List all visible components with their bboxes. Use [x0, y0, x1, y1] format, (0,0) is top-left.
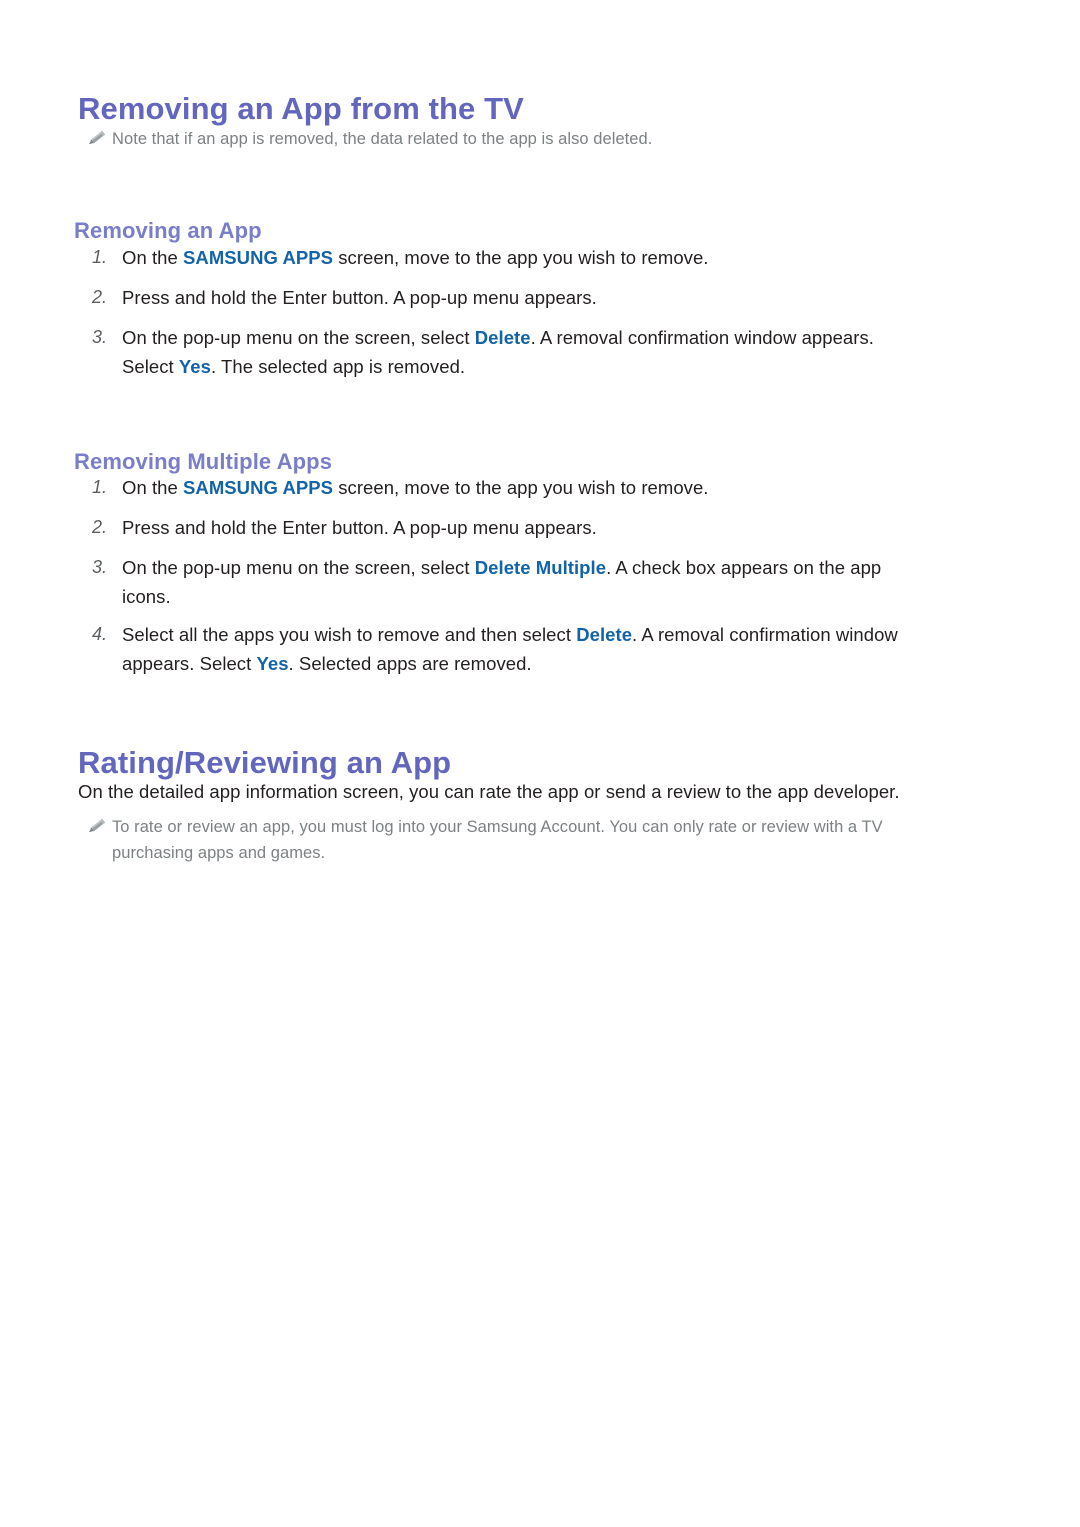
note-text: To rate or review an app, you must log i… — [112, 814, 883, 866]
step-number: 3. — [92, 327, 108, 347]
step-text-pre: Press and hold the Enter button. A pop-u… — [122, 287, 597, 308]
step-line2-pre: icons. — [122, 586, 171, 607]
step-number: 1. — [92, 477, 108, 497]
section-title-rating-reviewing-an-app: Rating/Reviewing an App — [78, 744, 452, 780]
accent-delete-multiple: Delete Multiple — [474, 557, 607, 578]
step-number: 4. — [92, 624, 108, 644]
step-text: Select all the apps you wish to remove a… — [122, 620, 898, 678]
subsection-title-removing-an-app: Removing an App — [74, 218, 262, 244]
list-item: 3. On the pop-up menu on the screen, sel… — [86, 323, 1026, 381]
step-text-pre: On the — [122, 477, 184, 498]
list-item: 1. On the SAMSUNG APPS screen, move to t… — [86, 473, 1026, 502]
accent-yes: Yes — [256, 653, 289, 674]
step-text-pre: On the pop-up menu on the screen, select — [122, 327, 475, 348]
step-text: On the SAMSUNG APPS screen, move to the … — [122, 473, 709, 502]
step-text: On the pop-up menu on the screen, select… — [122, 323, 874, 381]
step-number: 2. — [92, 517, 108, 537]
note-line-1: Note that if an app is removed, the data… — [112, 130, 653, 148]
list-item: 2. Press and hold the Enter button. A po… — [86, 283, 1026, 312]
step-line2-post: . Selected apps are removed. — [288, 653, 532, 674]
step-text-line2: Select Yes. The selected app is removed. — [122, 352, 874, 381]
list-item: 3. On the pop-up menu on the screen, sel… — [86, 553, 1026, 611]
step-text-post: . A check box appears on the app — [606, 557, 882, 578]
step-text-post: screen, move to the app you wish to remo… — [333, 247, 709, 268]
step-text-pre: Press and hold the Enter button. A pop-u… — [122, 517, 597, 538]
accent-samsung-apps: SAMSUNG APPS — [183, 477, 334, 498]
step-text-line2: icons. — [122, 582, 881, 611]
step-number: 1. — [92, 247, 108, 267]
intro-paragraph: On the detailed app information screen, … — [78, 781, 900, 802]
step-text: Press and hold the Enter button. A pop-u… — [122, 513, 597, 542]
list-item: 4. Select all the apps you wish to remov… — [86, 620, 1026, 678]
step-text: On the pop-up menu on the screen, select… — [122, 553, 881, 611]
accent-yes: Yes — [178, 356, 211, 377]
step-line2-pre: Select — [122, 356, 179, 377]
step-text-pre: On the — [122, 247, 184, 268]
step-text-pre: On the pop-up menu on the screen, select — [122, 557, 475, 578]
note-text: Note that if an app is removed, the data… — [112, 126, 652, 152]
step-text: On the SAMSUNG APPS screen, move to the … — [122, 243, 709, 272]
note-rating-reviewing: To rate or review an app, you must log i… — [86, 814, 1006, 866]
section-title-removing-app-from-tv: Removing an App from the TV — [78, 90, 524, 126]
pencil-icon — [86, 128, 112, 148]
step-number: 2. — [92, 287, 108, 307]
accent-delete: Delete — [474, 327, 531, 348]
accent-delete: Delete — [576, 624, 633, 645]
list-item: 2. Press and hold the Enter button. A po… — [86, 513, 1026, 542]
document-page: Removing an App from the TV Note that if… — [0, 0, 1080, 1527]
step-line2-pre: appears. Select — [122, 653, 257, 674]
list-item: 1. On the SAMSUNG APPS screen, move to t… — [86, 243, 1026, 272]
step-line2-post: . The selected app is removed. — [210, 356, 466, 377]
step-text-pre: Select all the apps you wish to remove a… — [122, 624, 577, 645]
note-line-1: To rate or review an app, you must log i… — [112, 818, 883, 836]
step-text: Press and hold the Enter button. A pop-u… — [122, 283, 597, 312]
step-text-line2: appears. Select Yes. Selected apps are r… — [122, 649, 898, 678]
step-text-post: . A removal confirmation window appears. — [530, 327, 874, 348]
subsection-title-removing-multiple-apps: Removing Multiple Apps — [74, 449, 333, 475]
step-text-post: screen, move to the app you wish to remo… — [333, 477, 709, 498]
step-text-post: . A removal confirmation window — [632, 624, 898, 645]
accent-samsung-apps: SAMSUNG APPS — [183, 247, 334, 268]
note-removing-app: Note that if an app is removed, the data… — [86, 126, 986, 152]
step-number: 3. — [92, 557, 108, 577]
pencil-icon — [86, 816, 112, 836]
note-line-2: purchasing apps and games. — [112, 844, 326, 862]
